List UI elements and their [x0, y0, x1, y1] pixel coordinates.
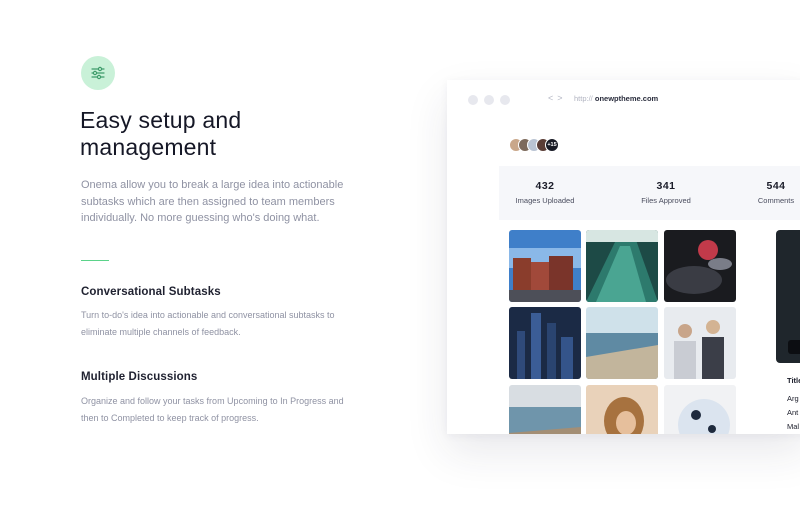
forward-arrow-icon[interactable]: >: [557, 93, 566, 103]
side-panel-title: Title: [787, 376, 800, 385]
nav-arrows: <>: [548, 93, 567, 103]
subsection-title-discussions: Multiple Discussions: [81, 371, 198, 383]
sliders-icon: [91, 66, 105, 80]
window-dot-close: [468, 95, 478, 105]
side-panel-item: Arg: [787, 394, 799, 403]
feature-icon-badge: [81, 56, 115, 90]
coastline-photo[interactable]: [509, 385, 581, 434]
subsection-body-discussions: Organize and follow your tasks from Upco…: [81, 396, 344, 423]
ocean-shore-photo[interactable]: [586, 307, 658, 379]
heading-line-2: management: [80, 134, 217, 160]
stat-label: Files Approved: [641, 196, 691, 205]
url-prefix: http://: [574, 94, 593, 103]
stat-label: Comments: [757, 196, 795, 205]
stats-bar: 432 Images Uploaded 341 Files Approved 5…: [499, 166, 800, 220]
stat-value: 341: [656, 180, 676, 192]
stat-label: Images Uploaded: [515, 196, 575, 205]
window-dot-minimize: [484, 95, 494, 105]
city-night-skyline-photo[interactable]: [509, 307, 581, 379]
intro-text: Onema allow you to break a large idea in…: [81, 179, 344, 224]
heading-line-1: Easy setup and: [80, 107, 242, 133]
woman-portrait-photo[interactable]: [586, 385, 658, 434]
side-panel-button[interactable]: [788, 340, 800, 354]
glass-bowl-photo[interactable]: [664, 385, 736, 434]
stat-value: 432: [535, 180, 555, 192]
stat-files-approved: 341 Files Approved: [626, 180, 706, 205]
back-arrow-icon[interactable]: <: [548, 93, 557, 103]
window-dot-maximize: [500, 95, 510, 105]
stat-value: 544: [766, 180, 786, 192]
escalator-photo[interactable]: [586, 230, 658, 302]
accent-divider: [81, 260, 109, 261]
side-panel-item: Mal: [787, 422, 800, 431]
street-buildings-photo[interactable]: [509, 230, 581, 302]
avatars-more-badge[interactable]: +15: [545, 138, 559, 152]
page-heading: Easy setup and management: [80, 107, 380, 161]
side-panel-item: Ant: [787, 408, 799, 417]
browser-mockup: <> http:// onewptheme.com +15 432 Images…: [447, 80, 800, 434]
stat-images-uploaded: 432 Images Uploaded: [505, 180, 585, 205]
subsection-title-conversational: Conversational Subtasks: [81, 286, 221, 298]
car-tail-light-photo[interactable]: [664, 230, 736, 302]
url-domain: onewptheme.com: [594, 94, 659, 103]
stat-comments: 544 Comments: [736, 180, 800, 205]
side-panel-preview: [776, 230, 800, 363]
address-bar[interactable]: http:// onewptheme.com: [574, 94, 658, 103]
subsection-body-conversational: Turn to-do's idea into actionable and co…: [81, 310, 335, 337]
two-women-photo[interactable]: [664, 307, 736, 379]
